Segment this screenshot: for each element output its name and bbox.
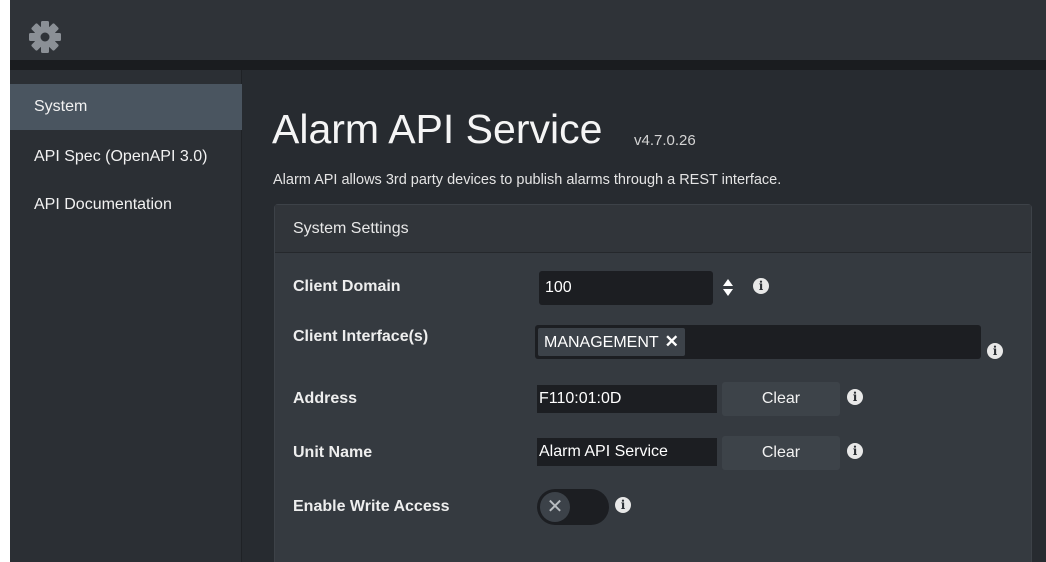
- header-divider: [10, 60, 1046, 70]
- address-info-icon[interactable]: i: [847, 389, 863, 405]
- app-window: System API Spec (OpenAPI 3.0) API Docume…: [10, 0, 1046, 562]
- client-interfaces-info-icon[interactable]: i: [987, 343, 1003, 359]
- client-interfaces-label: Client Interface(s): [293, 328, 429, 345]
- top-bar: [10, 0, 1046, 60]
- toggle-off-icon: ✕: [540, 492, 570, 522]
- sidebar-item-api-documentation[interactable]: API Documentation: [10, 182, 242, 228]
- interface-tag-label: MANAGEMENT: [544, 334, 659, 351]
- client-domain-spinner[interactable]: [722, 277, 734, 299]
- client-interfaces-input[interactable]: MANAGEMENT ✕: [535, 325, 981, 359]
- unit-name-label: Unit Name: [293, 444, 373, 461]
- write-access-label: Enable Write Access: [293, 498, 450, 515]
- write-access-toggle[interactable]: ✕: [537, 489, 609, 525]
- unit-name-clear-button[interactable]: Clear: [722, 436, 840, 470]
- client-domain-input[interactable]: 100: [539, 271, 713, 305]
- remove-tag-icon[interactable]: ✕: [665, 328, 679, 356]
- version-label: v4.7.0.26: [634, 132, 696, 149]
- sidebar-item-system[interactable]: System: [10, 84, 242, 130]
- address-clear-button[interactable]: Clear: [722, 382, 840, 416]
- interface-tag: MANAGEMENT ✕: [538, 328, 685, 356]
- spinner-down-icon[interactable]: [723, 289, 733, 296]
- unit-name-input[interactable]: Alarm API Service: [537, 438, 717, 466]
- system-settings-panel: System Settings Client Domain 100 i Clie…: [274, 204, 1032, 562]
- page-title: Alarm API Service: [272, 106, 603, 152]
- client-domain-label: Client Domain: [293, 278, 401, 295]
- page-description: Alarm API allows 3rd party devices to pu…: [273, 172, 782, 188]
- write-access-info-icon[interactable]: i: [615, 497, 631, 513]
- address-input[interactable]: F110:01:0D: [537, 385, 717, 413]
- spinner-up-icon[interactable]: [723, 279, 733, 286]
- panel-header: System Settings: [275, 205, 1031, 253]
- sidebar-item-api-spec[interactable]: API Spec (OpenAPI 3.0): [10, 134, 242, 180]
- panel-title: System Settings: [293, 220, 409, 237]
- gear-icon[interactable]: [28, 20, 62, 54]
- sidebar: System API Spec (OpenAPI 3.0) API Docume…: [10, 70, 242, 562]
- address-label: Address: [293, 390, 358, 407]
- unit-name-info-icon[interactable]: i: [847, 443, 863, 459]
- client-domain-info-icon[interactable]: i: [753, 278, 769, 294]
